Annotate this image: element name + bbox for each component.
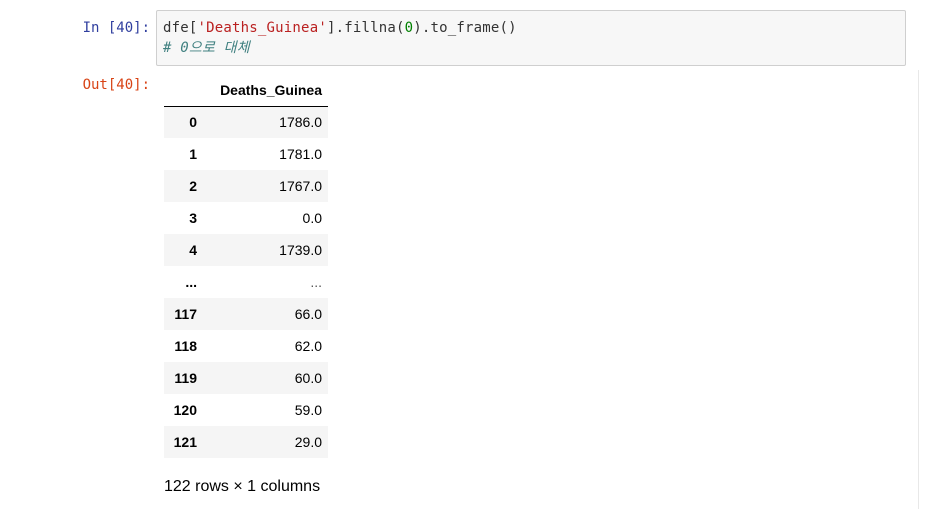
table-body: 0 1786.0 1 1781.0 2 1767.0 3 0.0 4 1739.0...... 11… (164, 106, 328, 458)
code-string-token: 'Deaths_Guinea' (197, 20, 327, 36)
output-prompt: Out[40]: (82, 77, 150, 93)
table-row: 1 1781.0 (164, 138, 328, 170)
code-token: ].fillna( (326, 20, 405, 36)
table-header-row: Deaths_Guinea (164, 74, 328, 107)
code-number-token: 0 (404, 20, 414, 36)
table-row: 121 29.0 (164, 426, 328, 458)
code-editor[interactable]: dfe['Deaths_Guinea'].fillna(0).to_frame(… (163, 18, 517, 58)
index-header (164, 74, 202, 107)
row-index: 1 (189, 146, 197, 162)
table-row: 4 1739.0 (164, 234, 328, 266)
notebook-scrollbar[interactable] (918, 70, 928, 509)
row-value: 62.0 (294, 338, 322, 354)
code-input-area[interactable]: dfe['Deaths_Guinea'].fillna(0).to_frame(… (156, 10, 906, 66)
dataframe-shape-info: 122 rows × 1 columns (164, 478, 321, 495)
row-value: 1781.0 (279, 146, 322, 162)
row-index: 117 (174, 306, 197, 322)
table-row: 3 0.0 (164, 202, 328, 234)
row-index: 4 (189, 242, 197, 258)
row-value: 29.0 (294, 434, 322, 450)
row-index: 121 (173, 434, 197, 450)
row-value: 0.0 (302, 210, 322, 226)
table-row: 119 60.0 (164, 362, 328, 394)
row-value: 59.0 (294, 402, 322, 418)
table-row: ...... (164, 266, 328, 298)
row-index: ... (185, 274, 197, 290)
code-comment: # 0으로 대체 (163, 40, 250, 56)
input-prompt: In [40]: (82, 20, 150, 36)
output-area: Deaths_Guinea 0 1786.0 1 1781.0 2 1767.0 3 0.0 4… (164, 74, 328, 458)
code-token: ).to_frame() (413, 20, 517, 36)
table-row: 0 1786.0 (164, 106, 328, 138)
dataframe-table: Deaths_Guinea 0 1786.0 1 1781.0 2 1767.0 3 0.0 4… (164, 74, 328, 458)
row-value: 1786.0 (279, 114, 322, 131)
table-row: 118 62.0 (164, 330, 328, 362)
row-index: 3 (189, 210, 197, 226)
column-header-deaths-guinea: Deaths_Guinea (202, 74, 328, 107)
row-index: 2 (189, 178, 197, 194)
row-value: 60.0 (294, 370, 322, 386)
row-index: 0 (189, 114, 197, 131)
row-value: 1739.0 (279, 242, 322, 258)
row-value: 66.0 (294, 306, 322, 322)
code-token: dfe[ (163, 20, 198, 36)
table-row: 2 1767.0 (164, 170, 328, 202)
table-row: 120 59.0 (164, 394, 328, 426)
row-index: 119 (174, 370, 197, 386)
row-value: ... (310, 274, 322, 290)
row-index: 120 (173, 402, 197, 418)
row-value: 1767.0 (279, 178, 322, 194)
table-row: 117 66.0 (164, 298, 328, 330)
row-index: 118 (174, 338, 197, 354)
